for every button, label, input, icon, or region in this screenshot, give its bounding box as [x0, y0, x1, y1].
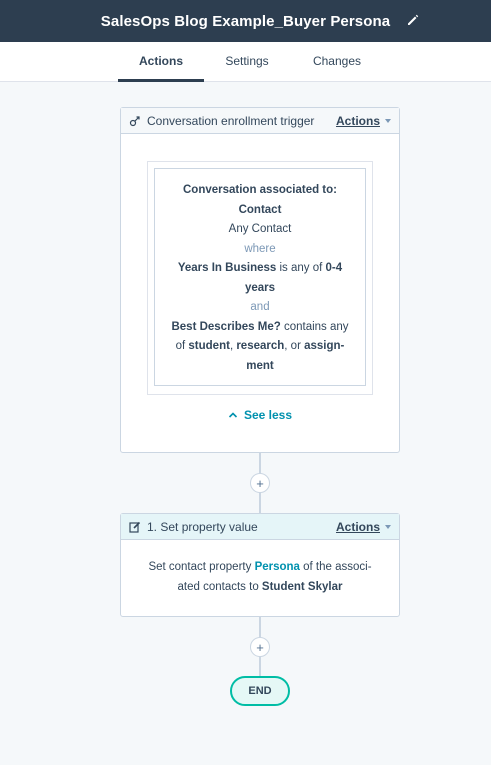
- tab-actions[interactable]: Actions: [118, 42, 204, 82]
- filter-object-type: Contact: [238, 203, 282, 216]
- filter-condition-1-cont: years: [244, 281, 276, 294]
- edit-pencil-icon[interactable]: [406, 13, 420, 27]
- add-action-button[interactable]: +: [250, 637, 270, 657]
- filter-condition-1: Years In Business is any of 0-4: [177, 262, 343, 274]
- filter-object-line: Conversation associated to:: [182, 184, 337, 196]
- action-actions-dropdown[interactable]: Actions: [336, 520, 391, 534]
- property-link[interactable]: Persona: [255, 561, 300, 573]
- tab-settings[interactable]: Settings: [214, 42, 280, 82]
- tab-changes[interactable]: Changes: [302, 42, 372, 82]
- filter-object-scope: Any Contact: [228, 223, 292, 235]
- action-card-title: 1. Set property value: [147, 519, 258, 534]
- edit-property-icon: [129, 521, 141, 533]
- action-actions-label: Actions: [335, 519, 380, 534]
- filter-condition-2-values: of student, research, or assign-: [175, 340, 345, 352]
- add-action-button[interactable]: +: [250, 473, 270, 493]
- trigger-actions-dropdown[interactable]: Actions: [336, 114, 391, 128]
- workflow-title: SalesOps Blog Example_Buyer Persona: [100, 12, 391, 30]
- action-card-header: 1. Set property value Actions: [121, 514, 399, 540]
- end-node: END: [230, 676, 290, 706]
- conversation-trigger-icon: [129, 115, 140, 126]
- action-description: Set contact property Persona of the asso…: [148, 561, 372, 593]
- property-value: Student Skylar: [261, 580, 343, 593]
- filter-criteria-box[interactable]: Conversation associated to: Contact Any …: [154, 168, 366, 386]
- filter-where-label: where: [244, 242, 276, 255]
- chevron-up-icon: [228, 412, 238, 418]
- trigger-card-title: Conversation enrollment trigger: [147, 113, 315, 128]
- trigger-actions-label: Actions: [335, 113, 380, 128]
- see-less-link[interactable]: See less: [120, 408, 400, 422]
- top-bar: SalesOps Blog Example_Buyer Persona: [0, 0, 491, 42]
- filter-condition-2-cont: ment: [246, 359, 274, 372]
- caret-down-icon: [385, 118, 391, 123]
- filter-condition-2: Best Describes Me? contains any: [171, 320, 349, 333]
- tab-bar: Actions Settings Changes: [0, 42, 491, 82]
- filter-and-label: and: [250, 301, 270, 313]
- see-less-label: See less: [243, 408, 293, 422]
- trigger-card-header: Conversation enrollment trigger Actions: [121, 108, 399, 134]
- caret-down-icon: [385, 524, 391, 529]
- set-property-action-card[interactable]: 1. Set property value Actions Set contac…: [120, 513, 400, 617]
